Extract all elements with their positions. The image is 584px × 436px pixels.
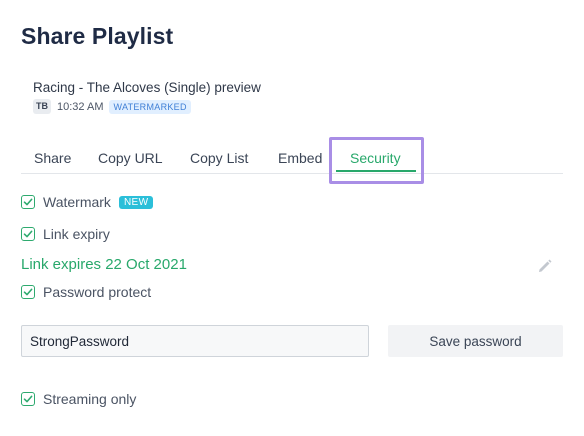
tab-bar: Share Copy URL Copy List Embed Security: [21, 144, 563, 174]
avatar: TB: [33, 99, 51, 114]
watermark-option: Watermark NEW: [21, 194, 154, 210]
track-time: 10:32 AM: [57, 100, 104, 113]
check-icon: [23, 198, 33, 206]
watermark-label: Watermark: [43, 194, 111, 210]
tab-embed[interactable]: Embed: [278, 150, 322, 166]
password-protect-option: Password protect: [21, 284, 151, 300]
link-expiry-option: Link expiry: [21, 226, 110, 242]
password-input[interactable]: [21, 325, 369, 357]
check-icon: [23, 230, 33, 238]
link-expiry-checkbox[interactable]: [21, 227, 35, 241]
streaming-only-checkbox[interactable]: [21, 392, 35, 406]
tab-share[interactable]: Share: [34, 150, 71, 166]
streaming-only-option: Streaming only: [21, 391, 136, 407]
password-protect-label: Password protect: [43, 284, 152, 300]
active-tab-indicator: [336, 170, 416, 172]
save-password-button[interactable]: Save password: [388, 325, 563, 357]
check-icon: [23, 288, 33, 296]
link-expiry-label: Link expiry: [43, 226, 110, 242]
track-meta: TB 10:32 AM WATERMARKED: [33, 99, 191, 114]
check-icon: [23, 395, 33, 403]
new-badge: NEW: [118, 195, 154, 209]
watermarked-badge: WATERMARKED: [109, 99, 191, 114]
track-name: Racing - The Alcoves (Single) preview: [33, 80, 261, 95]
tab-copy-url[interactable]: Copy URL: [98, 150, 163, 166]
watermark-checkbox[interactable]: [21, 195, 35, 209]
tab-copy-list[interactable]: Copy List: [190, 150, 248, 166]
link-expiry-date[interactable]: Link expires 22 Oct 2021: [21, 256, 187, 273]
tab-security[interactable]: Security: [350, 150, 401, 166]
streaming-only-label: Streaming only: [43, 391, 137, 407]
password-protect-checkbox[interactable]: [21, 285, 35, 299]
page-title: Share Playlist: [21, 23, 174, 49]
pencil-icon[interactable]: [537, 258, 553, 274]
